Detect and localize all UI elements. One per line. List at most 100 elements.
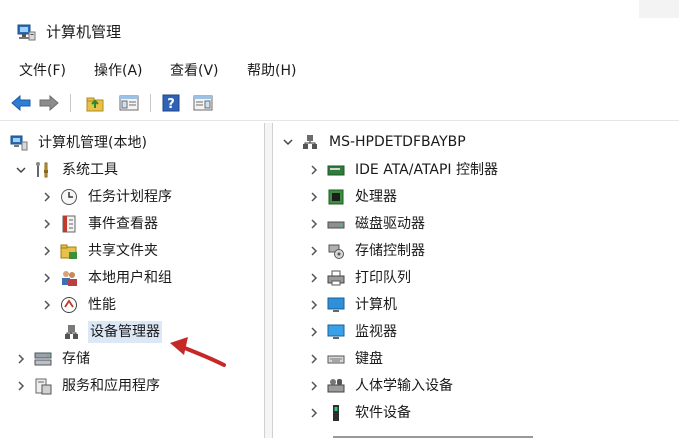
device-category-label: 计算机: [355, 297, 397, 313]
tree-item-label: 系统工具: [62, 162, 118, 178]
tree-item-label: 共享文件夹: [88, 243, 158, 259]
chevron-right-icon[interactable]: [14, 379, 28, 393]
back-icon[interactable]: [10, 92, 32, 114]
chevron-right-icon[interactable]: [307, 271, 321, 285]
tree-item-label: 性能: [88, 297, 116, 313]
services-icon: [34, 377, 52, 395]
chevron-right-icon[interactable]: [40, 298, 54, 312]
tree-item-label: 服务和应用程序: [62, 378, 160, 394]
forward-icon[interactable]: [38, 92, 60, 114]
title-bar-edge: [639, 0, 679, 18]
tree-item-label: 计算机管理(本地): [38, 135, 147, 151]
device-manager-icon: [62, 323, 80, 341]
tree-item-local-users-groups[interactable]: 本地用户和组: [40, 266, 174, 290]
device-category-hid[interactable]: 人体学输入设备: [307, 374, 455, 398]
chevron-right-icon[interactable]: [307, 352, 321, 366]
chevron-right-icon[interactable]: [307, 379, 321, 393]
device-category-label: 键盘: [355, 351, 383, 367]
software-device-icon: [327, 404, 345, 422]
toolbar: ?: [0, 86, 679, 121]
chevron-right-icon[interactable]: [307, 298, 321, 312]
device-category-label: 存储控制器: [355, 243, 425, 259]
storage-icon: [34, 350, 52, 368]
tree-item-performance[interactable]: 性能: [40, 293, 118, 317]
chevron-right-icon[interactable]: [307, 325, 321, 339]
device-tree-root[interactable]: MS-HPDETDFBAYBP: [281, 130, 468, 154]
device-category-processor[interactable]: 处理器: [307, 185, 399, 209]
chevron-down-icon[interactable]: [281, 135, 295, 149]
tree-item-services-applications[interactable]: 服务和应用程序: [14, 374, 162, 398]
menu-view[interactable]: 查看(V): [168, 61, 221, 81]
tree-item-shared-folders[interactable]: 共享文件夹: [40, 239, 160, 263]
pane-splitter[interactable]: [265, 123, 272, 438]
device-category-label: 监视器: [355, 324, 397, 340]
chevron-right-icon[interactable]: [14, 352, 28, 366]
toolbar-separator: [150, 94, 151, 112]
chevron-down-icon[interactable]: [14, 163, 28, 177]
device-category-print-queues[interactable]: 打印队列: [307, 266, 413, 290]
clock-icon: [60, 188, 78, 206]
chevron-right-icon[interactable]: [307, 406, 321, 420]
computer-tree-icon: [301, 133, 319, 151]
tree-item-task-scheduler[interactable]: 任务计划程序: [40, 185, 174, 209]
tree-item-label: 事件查看器: [88, 216, 158, 232]
computer-management-icon: [10, 134, 28, 152]
disk-drive-icon: [327, 215, 345, 233]
chevron-right-icon[interactable]: [40, 190, 54, 204]
monitor-icon: [327, 296, 345, 314]
monitor-icon: [327, 323, 345, 341]
tree-item-system-tools[interactable]: 系统工具: [14, 158, 120, 182]
menu-bar: 文件(F) 操作(A) 查看(V) 帮助(H): [0, 58, 679, 84]
device-category-ide[interactable]: IDE ATA/ATAPI 控制器: [307, 158, 500, 182]
menu-help[interactable]: 帮助(H): [245, 61, 298, 81]
event-viewer-icon: [60, 215, 78, 233]
tree-item-computer-management[interactable]: 计算机管理(本地): [10, 131, 149, 155]
chevron-right-icon[interactable]: [40, 244, 54, 258]
processor-icon: [327, 188, 345, 206]
next-row-partial: [333, 429, 633, 438]
device-category-label: 人体学输入设备: [355, 378, 453, 394]
storage-controller-icon: [327, 242, 345, 260]
computer-management-icon: [16, 22, 36, 42]
tree-item-device-manager[interactable]: 设备管理器: [62, 320, 162, 344]
shared-folder-icon: [60, 242, 78, 260]
chevron-right-icon[interactable]: [40, 217, 54, 231]
show-hide-console-tree-icon[interactable]: [118, 92, 140, 114]
tree-item-label: 本地用户和组: [88, 270, 172, 286]
performance-icon: [60, 296, 78, 314]
tree-item-label: 存储: [62, 351, 90, 367]
tree-item-event-viewer[interactable]: 事件查看器: [40, 212, 160, 236]
annotation-arrow: [170, 337, 226, 367]
device-category-storage-controllers[interactable]: 存储控制器: [307, 239, 427, 263]
ide-controller-icon: [327, 161, 345, 179]
up-folder-icon[interactable]: [84, 92, 106, 114]
title-bar: 计算机管理: [0, 0, 679, 58]
toolbar-separator: [70, 94, 71, 112]
device-category-monitors[interactable]: 监视器: [307, 320, 399, 344]
tree-item-label: 设备管理器: [88, 321, 162, 343]
device-category-computer[interactable]: 计算机: [307, 293, 399, 317]
device-category-keyboards[interactable]: 键盘: [307, 347, 385, 371]
human-interface-device-icon: [327, 377, 345, 395]
chevron-right-icon[interactable]: [307, 163, 321, 177]
chevron-right-icon[interactable]: [40, 271, 54, 285]
console-tree-pane: 计算机管理(本地) 系统工具 任务计划程序 事件查看器 共享文件夹 本地用户和组…: [0, 123, 265, 438]
svg-text:?: ?: [167, 97, 175, 112]
menu-file[interactable]: 文件(F): [17, 61, 68, 81]
device-category-label: 处理器: [355, 189, 397, 205]
help-icon[interactable]: ?: [160, 92, 182, 114]
tools-icon: [34, 161, 52, 179]
menu-action[interactable]: 操作(A): [92, 61, 145, 81]
device-category-label: IDE ATA/ATAPI 控制器: [355, 162, 499, 178]
users-icon: [60, 269, 78, 287]
chevron-right-icon[interactable]: [307, 190, 321, 204]
printer-icon: [327, 269, 345, 287]
show-action-pane-icon[interactable]: [192, 92, 214, 114]
chevron-right-icon[interactable]: [307, 217, 321, 231]
device-category-software-devices[interactable]: 软件设备: [307, 401, 413, 425]
chevron-right-icon[interactable]: [307, 244, 321, 258]
tree-item-storage[interactable]: 存储: [14, 347, 92, 371]
device-category-label: 打印队列: [355, 270, 411, 286]
device-category-disk-drives[interactable]: 磁盘驱动器: [307, 212, 427, 236]
device-tree-pane: MS-HPDETDFBAYBP IDE ATA/ATAPI 控制器 处理器 磁盘…: [272, 123, 679, 438]
